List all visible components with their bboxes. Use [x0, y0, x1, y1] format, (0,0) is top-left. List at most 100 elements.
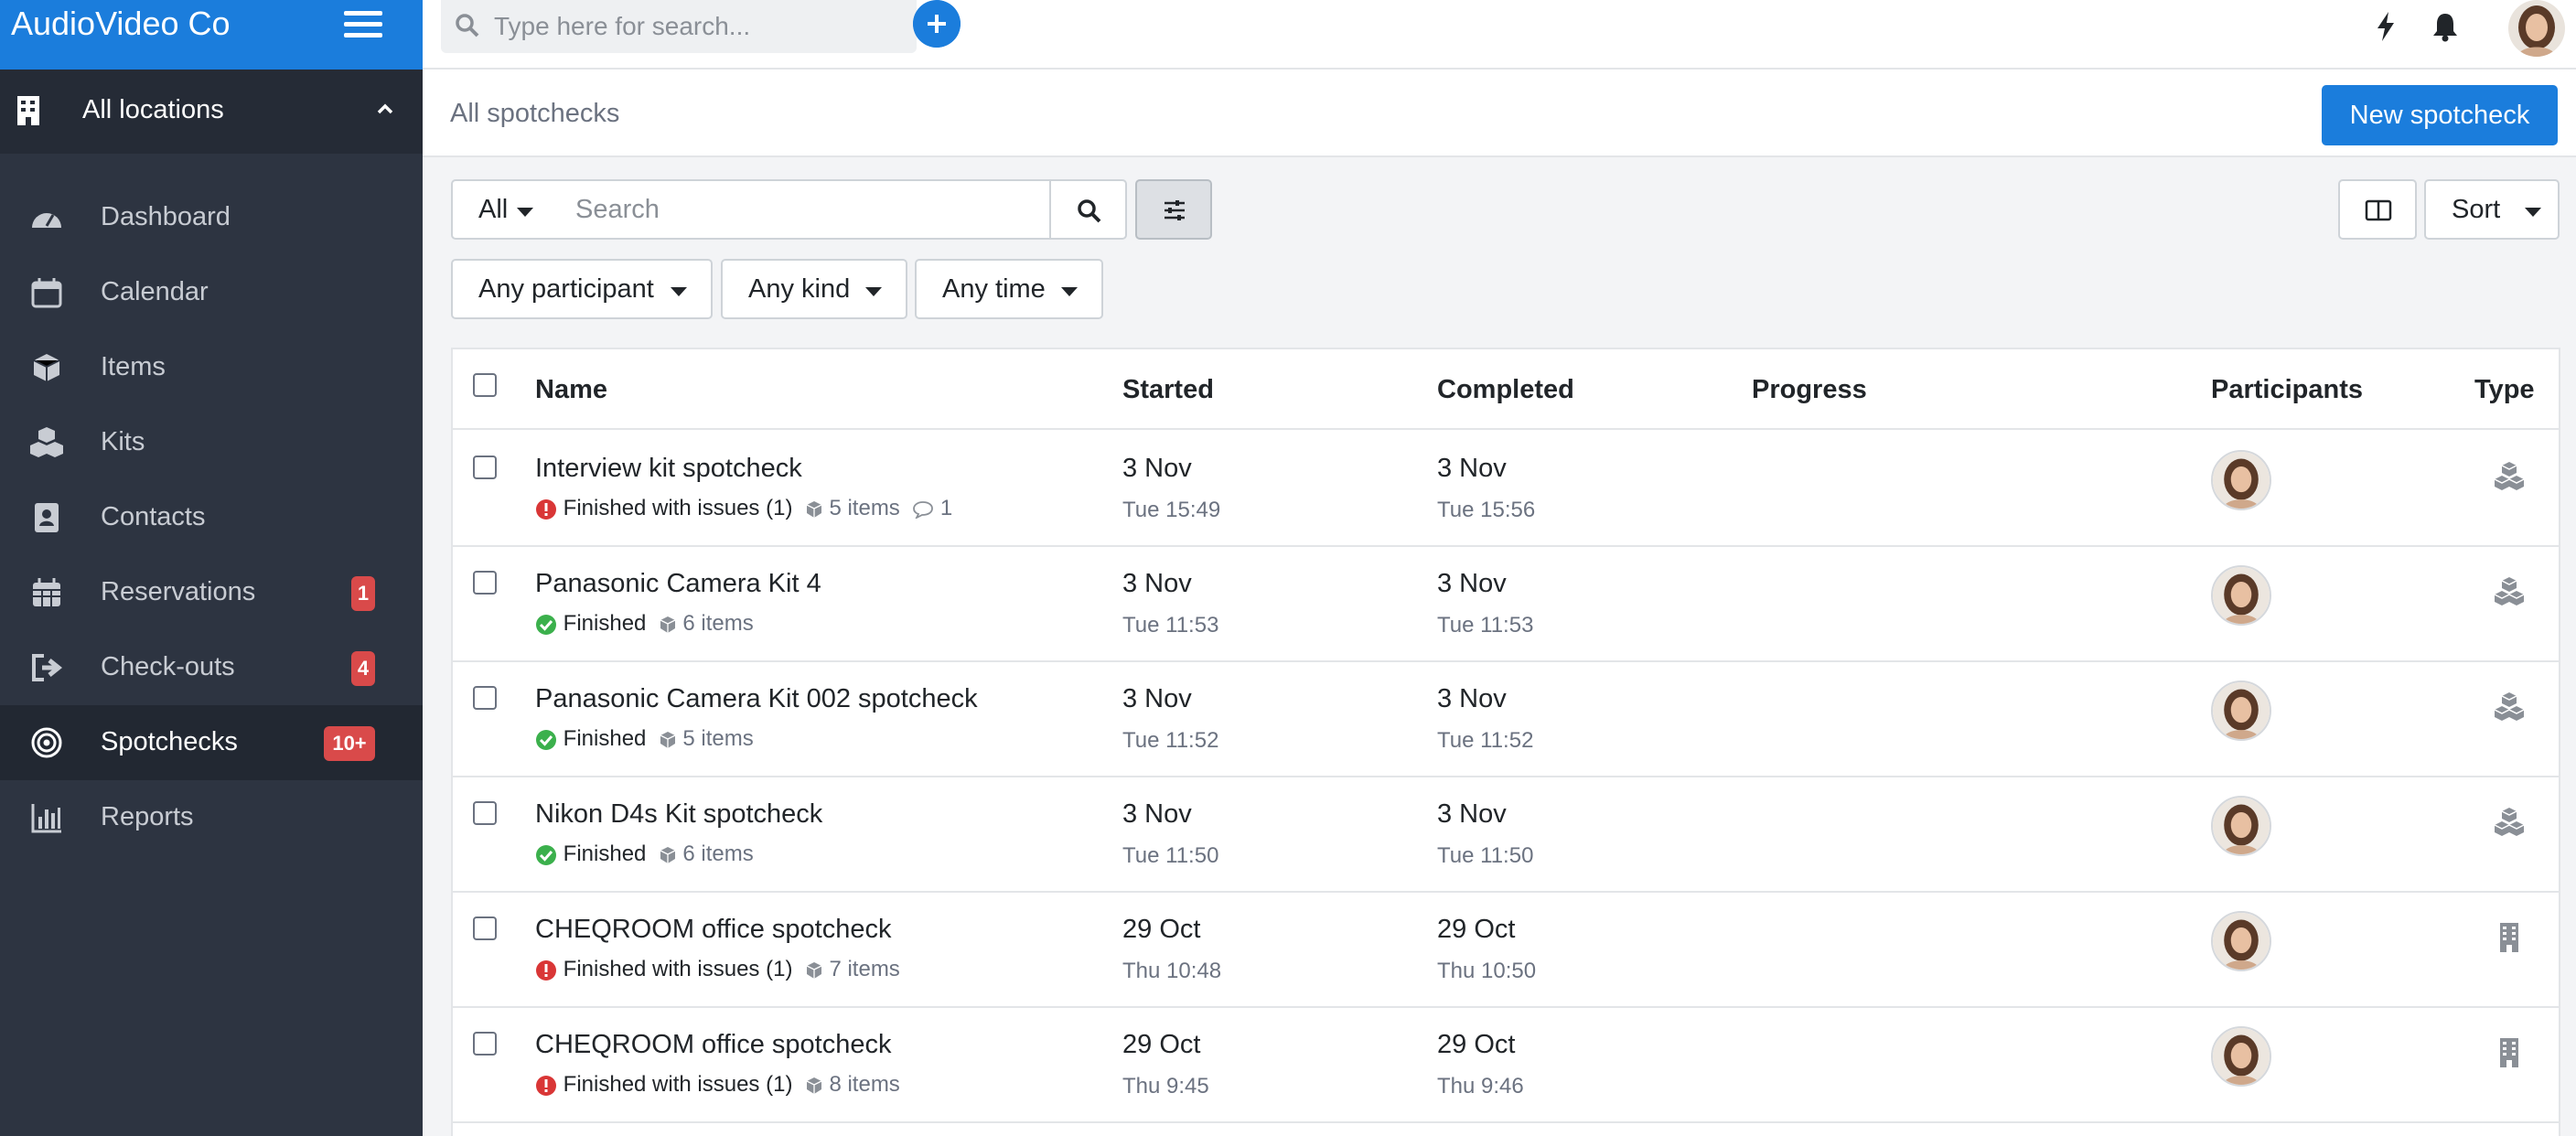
sort-label: Sort: [2452, 194, 2501, 224]
time-filter[interactable]: Any time: [915, 259, 1103, 319]
table-row[interactable]: Interview kit spotcheck Finished with is…: [453, 432, 2559, 547]
table-row[interactable]: Nikon D4s Kit spotcheck Finished 6 items…: [453, 777, 2559, 893]
sidebar-item-spotchecks[interactable]: Spotchecks 10+: [0, 705, 423, 780]
new-spotcheck-button[interactable]: New spotcheck: [2322, 85, 2558, 145]
started-time: Tue 11:53: [1122, 613, 1219, 638]
page-header: All spotchecks New spotcheck: [423, 70, 2576, 157]
started-time: Thu 9:45: [1122, 1074, 1209, 1098]
participant-avatar[interactable]: [2211, 796, 2271, 856]
spotchecks-table: Name Started Completed Progress Particip…: [451, 348, 2560, 1136]
item-count: 8 items: [829, 1072, 900, 1097]
sort-dropdown[interactable]: Sort: [2424, 179, 2560, 240]
sidebar-item-reservations[interactable]: Reservations 1: [0, 555, 423, 630]
status-text: Finished with issues (1): [563, 957, 793, 981]
participant-avatar-image: [2213, 798, 2270, 854]
caret-down-icon: [865, 287, 882, 296]
completed-date: 29 Oct: [1437, 1030, 1516, 1059]
table-row[interactable]: CHEQROOM office spotcheck Finished with …: [453, 893, 2559, 1008]
status-line: Finished 6 items: [535, 841, 754, 869]
cubes-icon: [30, 427, 63, 457]
search-button[interactable]: [1049, 179, 1127, 240]
status-line: Finished 6 items: [535, 611, 754, 638]
sidebar-item-check-outs[interactable]: Check-outs 4: [0, 630, 423, 705]
cube-icon: [806, 961, 822, 979]
status-line: Finished with issues (1) 8 items: [535, 1072, 900, 1099]
column-header-name[interactable]: Name: [535, 375, 607, 405]
completed-date: 3 Nov: [1437, 684, 1507, 713]
sidebar-item-items[interactable]: Items: [0, 330, 423, 405]
hamburger-menu-icon[interactable]: [344, 11, 382, 40]
sidebar-item-kits[interactable]: Kits: [0, 405, 423, 480]
filter-toggle-button[interactable]: [1135, 179, 1212, 240]
kind-filter-label: Any kind: [748, 273, 851, 304]
status-text: Finished: [563, 611, 647, 636]
warning-circle-icon: [536, 959, 556, 981]
row-checkbox[interactable]: [473, 916, 497, 940]
search-input[interactable]: [557, 179, 1051, 240]
cube-icon: [660, 731, 676, 748]
participant-avatar-image: [2213, 567, 2270, 624]
sidebar-item-label: Items: [101, 352, 166, 381]
cube-icon: [660, 846, 676, 863]
breadcrumb[interactable]: All spotchecks: [450, 99, 619, 129]
column-header-started[interactable]: Started: [1122, 375, 1214, 405]
completed-time: Tue 11:53: [1437, 613, 1534, 638]
scope-dropdown[interactable]: All: [451, 179, 559, 240]
sidebar-item-contacts[interactable]: Contacts: [0, 480, 423, 555]
started-time: Tue 11:52: [1122, 728, 1219, 753]
global-search-input[interactable]: [494, 0, 906, 53]
sidebar-badge: 1: [351, 576, 375, 611]
participant-avatar[interactable]: [2211, 450, 2271, 510]
spotcheck-name-link[interactable]: CHEQROOM office spotcheck: [535, 1030, 891, 1060]
completed-time: Tue 15:56: [1437, 498, 1536, 522]
status-line: Finished with issues (1) 5 items 1: [535, 496, 952, 523]
sidebar-item-calendar[interactable]: Calendar: [0, 255, 423, 330]
sliders-icon: [1165, 200, 1185, 220]
kit-icon: [2494, 577, 2525, 606]
check-circle-icon: [536, 729, 556, 750]
participant-avatar[interactable]: [2211, 681, 2271, 741]
table-row[interactable]: Panasonic Camera Kit 002 spotcheck Finis…: [453, 662, 2559, 777]
spotcheck-name-link[interactable]: CHEQROOM office spotcheck: [535, 915, 891, 945]
bell-icon[interactable]: [2431, 11, 2459, 42]
spotcheck-name-link[interactable]: Interview kit spotcheck: [535, 454, 802, 484]
spotcheck-name-link[interactable]: Panasonic Camera Kit 002 spotcheck: [535, 684, 978, 714]
quick-add-button[interactable]: [913, 0, 961, 48]
sidebar-item-reports[interactable]: Reports: [0, 780, 423, 855]
calendar-grid-icon: [33, 578, 60, 606]
row-checkbox[interactable]: [473, 686, 497, 710]
kit-icon: [2494, 692, 2525, 721]
table-header: Name Started Completed Progress Particip…: [453, 349, 2559, 430]
scope-label: All: [478, 194, 509, 224]
column-header-completed[interactable]: Completed: [1437, 375, 1574, 405]
participant-avatar[interactable]: [2211, 1026, 2271, 1087]
column-layout-button[interactable]: [2338, 179, 2417, 240]
table-row[interactable]: Panasonic Camera Kit 4 Finished 6 items 3…: [453, 547, 2559, 662]
row-checkbox[interactable]: [473, 801, 497, 825]
row-checkbox[interactable]: [473, 571, 497, 595]
select-all-checkbox[interactable]: [473, 373, 497, 397]
top-bar: [423, 0, 2576, 70]
sidebar-item-dashboard[interactable]: Dashboard: [0, 180, 423, 255]
participant-avatar[interactable]: [2211, 565, 2271, 626]
table-row[interactable]: CHEQROOM office spotcheck Finished with …: [453, 1008, 2559, 1123]
spotcheck-name-link[interactable]: Panasonic Camera Kit 4: [535, 569, 821, 599]
started-time: Tue 15:49: [1122, 498, 1221, 522]
bar-chart-icon: [31, 804, 61, 833]
brand-name[interactable]: AudioVideo Co: [11, 5, 231, 42]
row-checkbox[interactable]: [473, 455, 497, 479]
sidebar-item-label: Check-outs: [101, 652, 235, 681]
user-avatar[interactable]: [2508, 0, 2565, 57]
completed-time: Thu 10:50: [1437, 959, 1537, 983]
lightning-icon[interactable]: [2375, 11, 2397, 42]
participant-avatar[interactable]: [2211, 911, 2271, 971]
cube-icon: [806, 500, 822, 518]
sidebar: AudioVideo Co All locations Dashboard Cal…: [0, 0, 423, 1136]
location-selector[interactable]: All locations: [0, 70, 423, 154]
kind-filter[interactable]: Any kind: [721, 259, 907, 319]
sidebar-item-label: Calendar: [101, 277, 209, 306]
completed-date: 29 Oct: [1437, 915, 1516, 944]
participant-filter[interactable]: Any participant: [451, 259, 713, 319]
spotcheck-name-link[interactable]: Nikon D4s Kit spotcheck: [535, 799, 822, 830]
row-checkbox[interactable]: [473, 1032, 497, 1056]
